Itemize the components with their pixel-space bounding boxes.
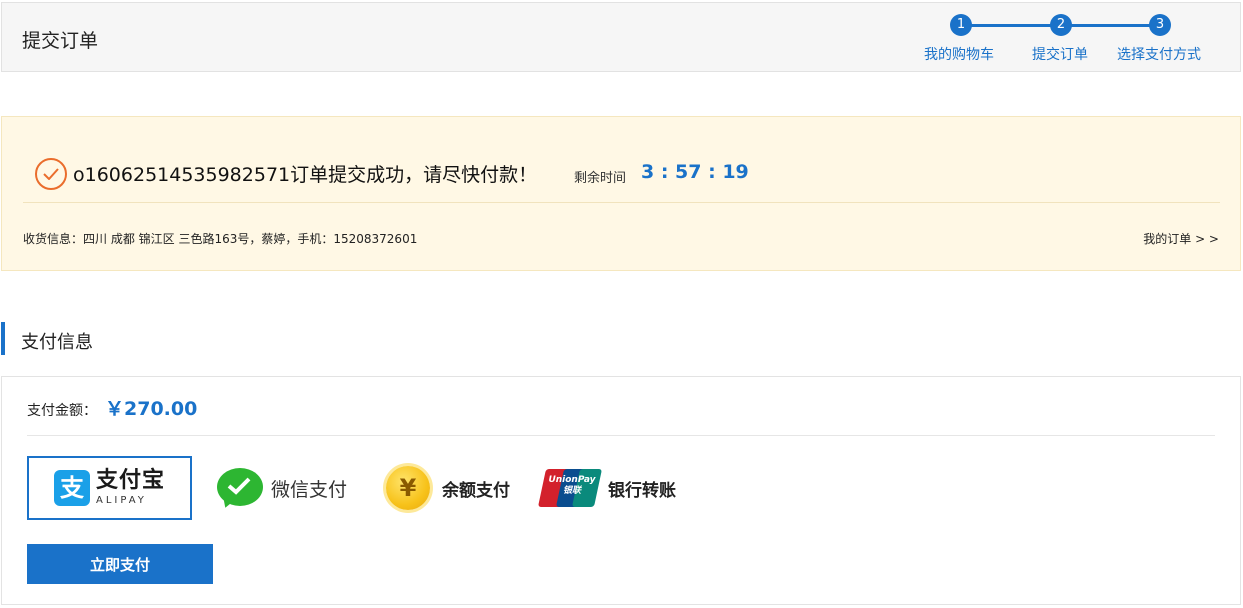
checkout-steps: 1 2 3 我的购物车 提交订单 选择支付方式 bbox=[920, 14, 1220, 66]
payment-divider bbox=[27, 435, 1215, 436]
wechat-icon bbox=[215, 468, 263, 510]
step-connector bbox=[1060, 24, 1160, 27]
amount-value: ￥270.00 bbox=[105, 398, 198, 420]
step-3-circle: 3 bbox=[1149, 14, 1171, 36]
alipay-icon: 支 bbox=[53, 470, 90, 506]
pay-now-button[interactable]: 立即支付 bbox=[27, 544, 213, 584]
payment-info-title: 支付信息 bbox=[21, 332, 93, 353]
page-title: 提交订单 bbox=[22, 30, 99, 52]
my-orders-link[interactable]: 我的订单 > > bbox=[1143, 230, 1219, 247]
alipay-logo: 支 支付宝 ALIPAY bbox=[53, 468, 165, 506]
step-3-label: 选择支付方式 bbox=[1117, 47, 1201, 63]
step-2-label: 提交订单 bbox=[1032, 47, 1088, 63]
notice-divider bbox=[23, 202, 1220, 203]
payment-method-bank[interactable]: UnionPay 银联 银行转账 bbox=[537, 456, 692, 520]
yuan-coin-icon: ¥ bbox=[386, 466, 430, 510]
page-header: 提交订单 1 2 3 我的购物车 提交订单 选择支付方式 bbox=[1, 2, 1241, 72]
section-accent-bar bbox=[1, 322, 5, 355]
remaining-time-label: 剩余时间 bbox=[574, 171, 627, 186]
payment-countdown: 3 : 57 : 19 bbox=[641, 161, 749, 183]
payment-method-alipay[interactable]: 支 支付宝 ALIPAY bbox=[27, 456, 192, 520]
unionpay-icon: UnionPay 银联 bbox=[537, 469, 603, 507]
shipping-info: 收货信息：四川 成都 锦江区 三色路163号，蔡婷，手机：15208372601 bbox=[23, 232, 418, 246]
wechat-label: 微信支付 bbox=[271, 478, 348, 501]
balance-label: 余额支付 bbox=[442, 480, 510, 501]
step-2-circle: 2 bbox=[1050, 14, 1072, 36]
alipay-label: 支付宝 bbox=[95, 468, 165, 493]
step-1-label[interactable]: 我的购物车 bbox=[924, 44, 994, 64]
alipay-label-en: ALIPAY bbox=[95, 495, 147, 506]
payment-method-balance[interactable]: ¥ 余额支付 bbox=[386, 456, 526, 520]
step-1-circle: 1 bbox=[950, 14, 972, 36]
amount-label: 支付金额： bbox=[27, 403, 97, 419]
step-connector bbox=[960, 24, 1060, 27]
bank-transfer-label: 银行转账 bbox=[608, 480, 676, 501]
order-success-message: o16062514535982571订单提交成功，请尽快付款！ bbox=[73, 164, 538, 186]
check-circle-icon bbox=[35, 158, 67, 190]
payment-panel: 支付金额： ￥270.00 支 支付宝 ALIPAY 微信支付 ¥ 余额支付 U… bbox=[1, 376, 1241, 605]
payment-method-wechat[interactable]: 微信支付 bbox=[215, 456, 365, 520]
order-success-notice: o16062514535982571订单提交成功，请尽快付款！ 剩余时间 3 :… bbox=[1, 116, 1241, 271]
